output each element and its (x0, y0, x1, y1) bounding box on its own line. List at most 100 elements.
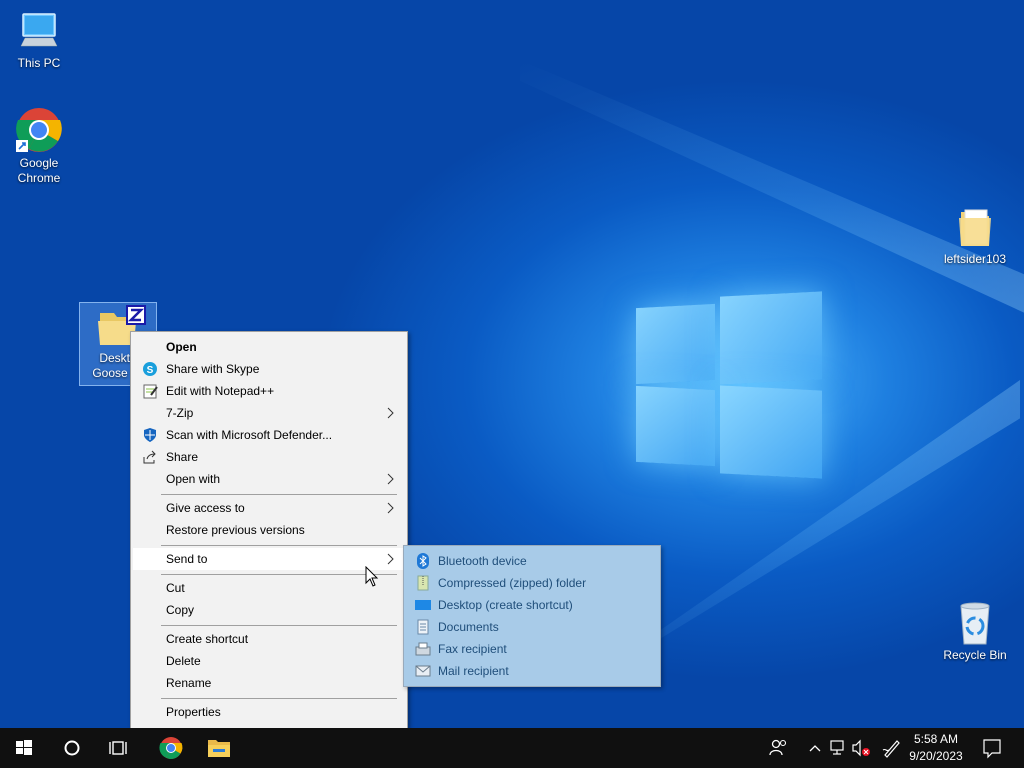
menu-item-label: Desktop (create shortcut) (438, 598, 573, 612)
menu-item-give-access-to[interactable]: Give access to (133, 497, 405, 519)
svg-text:S: S (147, 365, 154, 376)
notification-icon (983, 739, 1001, 759)
icon-label: Google (19, 156, 59, 170)
menu-separator (161, 574, 397, 575)
task-view-button[interactable] (96, 728, 144, 768)
chevron-up-icon (809, 745, 821, 752)
recycle-bin-icon (960, 602, 990, 645)
chevron-right-icon (387, 553, 394, 565)
menu-item-share-with-skype[interactable]: S Share with Skype (133, 358, 405, 380)
cortana-search-icon (64, 740, 80, 756)
icon-label: Recycle Bin (943, 648, 1007, 662)
menu-item-label: Properties (166, 705, 221, 719)
notepadpp-icon (143, 384, 158, 399)
pen-workspace-button[interactable] (878, 728, 904, 768)
network-tray-button[interactable] (828, 728, 848, 768)
taskbar-file-explorer[interactable] (196, 728, 242, 768)
desktop[interactable]: This PC Google Chrome leftsider103 Recyc… (0, 0, 1024, 728)
documents-icon (417, 619, 429, 635)
menu-item-copy[interactable]: Copy (133, 599, 405, 621)
people-button[interactable] (766, 728, 792, 768)
windows-logo-wallpaper (636, 290, 822, 480)
volume-tray-button[interactable] (850, 728, 872, 768)
menu-item-label: Open with (166, 472, 221, 486)
clock-time: 5:58 AM (913, 732, 959, 746)
menu-item-label: Compressed (zipped) folder (438, 576, 587, 590)
pen-icon (882, 740, 900, 758)
menu-item-restore-previous-versions[interactable]: Restore previous versions (133, 519, 405, 541)
computer-icon (20, 13, 58, 47)
chevron-right-icon (387, 473, 394, 485)
desktop-icon-this-pc[interactable]: This PC (1, 10, 77, 71)
menu-item-label: Give access to (166, 501, 245, 515)
menu-item-label: Rename (166, 676, 212, 690)
task-view-icon (109, 741, 127, 755)
taskbar-chrome[interactable] (148, 728, 194, 768)
menu-item-label: Scan with Microsoft Defender... (166, 428, 333, 442)
send-to-desktop[interactable]: Desktop (create shortcut) (406, 594, 658, 616)
file-explorer-icon (208, 740, 230, 757)
menu-item-label: Documents (438, 620, 499, 634)
chevron-right-icon (387, 407, 394, 419)
menu-item-label: Copy (166, 603, 195, 617)
menu-item-scan-with-defender[interactable]: Scan with Microsoft Defender... (133, 424, 405, 446)
chrome-icon (16, 108, 62, 152)
context-menu: Open S Share with Skype Edit with Notepa… (130, 331, 408, 728)
desktop-icon (415, 600, 431, 610)
fax-icon (415, 642, 431, 656)
menu-item-label: Mail recipient (438, 664, 509, 678)
start-button[interactable] (0, 728, 48, 768)
menu-item-label: Edit with Notepad++ (166, 384, 275, 398)
show-hidden-icons-button[interactable] (806, 728, 824, 768)
menu-item-share[interactable]: Share (133, 446, 405, 468)
menu-item-rename[interactable]: Rename (133, 672, 405, 694)
volume-muted-icon (852, 739, 870, 757)
folder-icon (959, 209, 991, 246)
zip-icon (417, 575, 429, 591)
menu-separator (161, 698, 397, 699)
menu-item-label: 7-Zip (166, 406, 194, 420)
menu-item-label: Open (166, 340, 197, 354)
menu-item-label: Delete (166, 654, 201, 668)
menu-item-open-with[interactable]: Open with (133, 468, 405, 490)
desktop-icon-google-chrome[interactable]: Google Chrome (1, 106, 77, 186)
defender-icon (144, 428, 156, 442)
icon-label: Chrome (17, 171, 61, 185)
send-to-documents[interactable]: Documents (406, 616, 658, 638)
skype-icon: S (143, 362, 157, 376)
send-to-submenu: Bluetooth device Compressed (zipped) fol… (403, 545, 661, 687)
mouse-cursor-icon (365, 566, 379, 587)
menu-separator (161, 545, 397, 546)
system-clock[interactable]: 5:58 AM 9/20/2023 (906, 731, 966, 765)
action-center-button[interactable] (978, 728, 1006, 768)
menu-item-open[interactable]: Open (133, 336, 405, 358)
menu-separator (161, 494, 397, 495)
menu-item-label: Share (166, 450, 199, 464)
menu-item-delete[interactable]: Delete (133, 650, 405, 672)
send-to-bluetooth-device[interactable]: Bluetooth device (406, 550, 658, 572)
send-to-fax-recipient[interactable]: Fax recipient (406, 638, 658, 660)
desktop-icon-recycle-bin[interactable]: Recycle Bin (937, 600, 1013, 663)
desktop-icon-leftsider103[interactable]: leftsider103 (937, 206, 1013, 267)
send-to-compressed-folder[interactable]: Compressed (zipped) folder (406, 572, 658, 594)
menu-item-7-zip[interactable]: 7-Zip (133, 402, 405, 424)
clock-date: 9/20/2023 (909, 749, 963, 763)
search-button[interactable] (48, 728, 96, 768)
taskbar: 5:58 AM 9/20/2023 (0, 728, 1024, 768)
menu-item-properties[interactable]: Properties (133, 701, 405, 723)
icon-label: leftsider103 (943, 252, 1007, 266)
menu-item-create-shortcut[interactable]: Create shortcut (133, 628, 405, 650)
share-icon (143, 450, 156, 464)
light-beam (520, 60, 1024, 320)
chevron-right-icon (387, 502, 394, 514)
menu-item-label: Send to (166, 552, 208, 566)
menu-item-label: Create shortcut (166, 632, 249, 646)
menu-item-label: Bluetooth device (438, 554, 527, 568)
send-to-mail-recipient[interactable]: Mail recipient (406, 660, 658, 682)
menu-item-label: Cut (166, 581, 185, 595)
menu-separator (161, 625, 397, 626)
menu-item-edit-with-notepadpp[interactable]: Edit with Notepad++ (133, 380, 405, 402)
people-icon (769, 739, 787, 756)
windows-start-icon (16, 740, 32, 755)
mail-icon (415, 665, 431, 677)
